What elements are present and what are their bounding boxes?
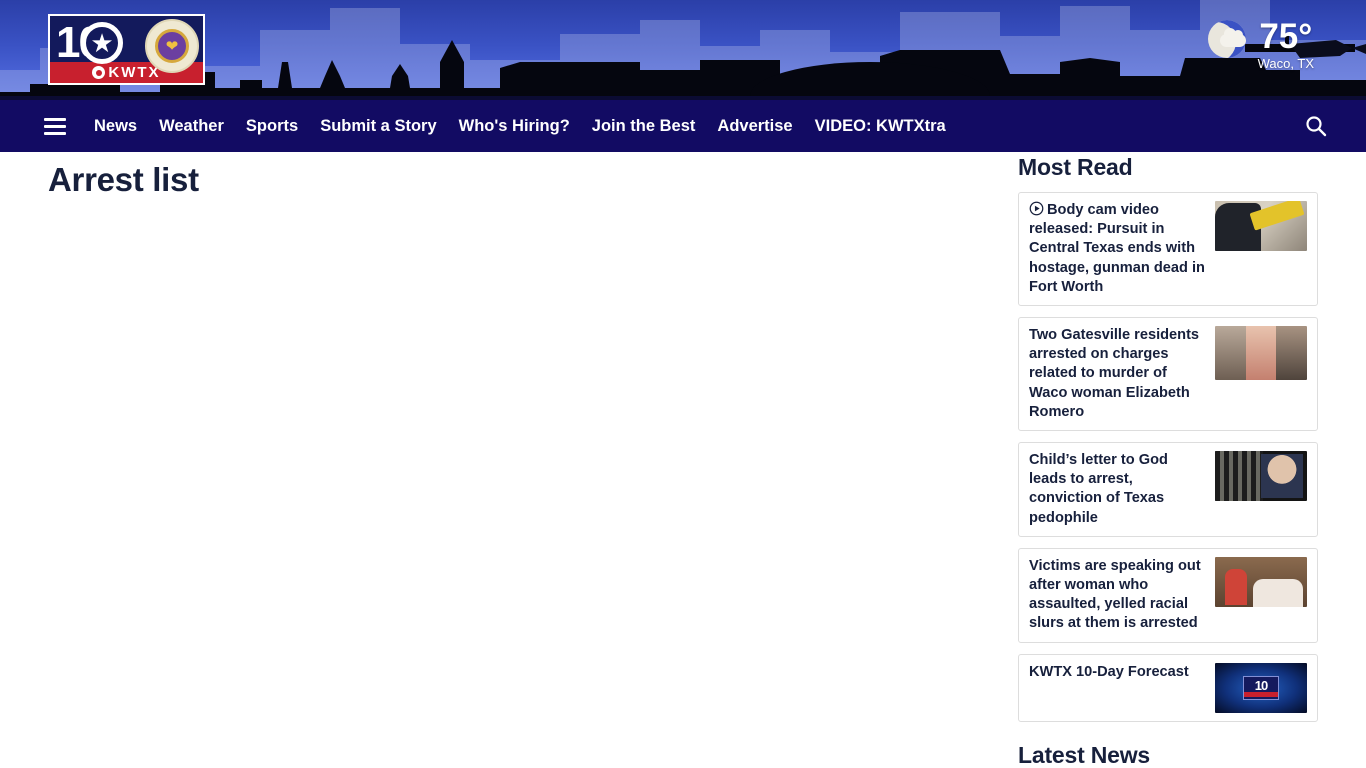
bodycam-thumbnail [1215, 201, 1307, 251]
main-content: Arrest list Jail photos of some of those… [0, 152, 1366, 768]
article: Arrest list [48, 160, 978, 744]
mugshot-photo [1215, 326, 1246, 381]
mugshot-photo [1245, 326, 1277, 381]
moon-cloud-icon [1206, 20, 1252, 66]
nav-item-advertise[interactable]: Advertise [717, 117, 792, 136]
hamburger-line [44, 117, 66, 121]
article-media-placeholder [48, 224, 928, 744]
logo-top: 10 ★ ❤ [50, 16, 203, 73]
most-read-item[interactable]: Body cam video released: Pursuit in Cent… [1018, 192, 1318, 307]
purple-heart-seal-inner: ❤ [155, 29, 189, 63]
purple-heart-seal-icon: ❤ [145, 19, 199, 73]
mugshot-photo [1276, 326, 1307, 381]
most-read-item[interactable]: Two Gatesville residents arrested on cha… [1018, 317, 1318, 432]
hamburger-line [44, 131, 66, 135]
most-read-item[interactable]: KWTX 10-Day Forecast 10 [1018, 653, 1318, 722]
most-read-item[interactable]: Victims are speaking out after woman who… [1018, 547, 1318, 643]
nav-item-whos-hiring[interactable]: Who's Hiring? [459, 117, 570, 136]
most-read-item-title-wrap: Body cam video released: Pursuit in Cent… [1029, 201, 1207, 297]
nav-item-video-kwtxtra[interactable]: VIDEO: KWTXtra [815, 117, 946, 136]
nav-item-news[interactable]: News [94, 117, 137, 136]
main-navigation: News Weather Sports Submit a Story Who's… [0, 100, 1366, 152]
kwtx-logo-bar [1244, 691, 1278, 697]
nav-item-submit-a-story[interactable]: Submit a Story [320, 117, 436, 136]
weather-temperature: 75° [1259, 17, 1313, 56]
search-icon[interactable] [1304, 114, 1328, 138]
weather-widget[interactable]: 75° Waco, TX [1206, 16, 1314, 72]
mugshots-thumbnail [1215, 326, 1307, 381]
hamburger-line [44, 124, 66, 128]
victims-thumbnail [1215, 556, 1307, 607]
most-read-item-title: KWTX 10-Day Forecast [1029, 663, 1189, 680]
search-icon-glyph [1306, 116, 1327, 137]
weather-text: 75° Waco, TX [1258, 16, 1314, 72]
cloud-shape [1219, 28, 1246, 47]
kwtx-logo-number: 10 [1254, 677, 1269, 693]
nav-item-join-the-best[interactable]: Join the Best [592, 117, 696, 136]
nav-links: News Weather Sports Submit a Story Who's… [94, 117, 946, 136]
sidebar: Most Read Body cam video released: Pursu… [1018, 152, 1318, 768]
most-read-item-title: Two Gatesville residents arrested on cha… [1029, 327, 1200, 420]
most-read-item-title: Victims are speaking out after woman who… [1029, 557, 1201, 632]
jail-thumbnail [1215, 451, 1307, 502]
latest-news-heading: Latest News [1018, 741, 1151, 768]
most-read-item-title: Body cam video released: Pursuit in Cent… [1029, 202, 1205, 295]
kwtx-logo-mark: 10 [1243, 675, 1279, 700]
nav-item-sports[interactable]: Sports [246, 117, 298, 136]
kwtx-logo-thumbnail: 10 [1215, 662, 1307, 713]
site-header: 10 ★ ❤ KWTX 75° Waco, TX [0, 0, 1366, 100]
nav-item-weather[interactable]: Weather [159, 117, 224, 136]
site-logo[interactable]: 10 ★ ❤ KWTX [48, 14, 205, 85]
most-read-item-title: Child’s letter to God leads to arrest, c… [1029, 452, 1168, 526]
play-icon [1029, 201, 1044, 216]
star-icon: ★ [90, 28, 114, 58]
page-title: Arrest list [48, 161, 199, 198]
most-read-item[interactable]: Child’s letter to God leads to arrest, c… [1018, 442, 1318, 537]
logo-network-label: KWTX [108, 64, 161, 81]
most-read-heading: Most Read [1018, 154, 1133, 180]
hamburger-menu-icon[interactable] [44, 117, 66, 135]
weather-location: Waco, TX [1257, 56, 1314, 71]
heart-icon: ❤ [165, 37, 179, 55]
